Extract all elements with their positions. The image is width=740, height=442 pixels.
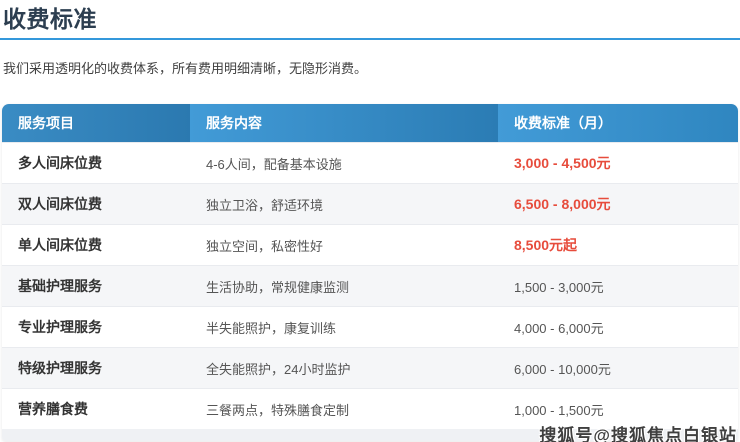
- price-cell: 1,000 - 1,500元: [498, 400, 738, 419]
- service-item-cell: 多人间床位费: [2, 153, 190, 173]
- table-row: 特级护理服务 全失能照护，24小时监护 6,000 - 10,000元: [2, 347, 738, 388]
- page: 收费标准 我们采用透明化的收费体系，所有费用明细清晰，无隐形消费。 服务项目 服…: [0, 5, 740, 442]
- service-content-cell: 4-6人间，配备基本设施: [190, 154, 498, 173]
- service-content-cell: 生活协助，常规健康监测: [190, 277, 498, 296]
- watermark: 搜狐号@搜狐焦点白银站: [539, 421, 737, 442]
- table-row: 专业护理服务 半失能照护，康复训练 4,000 - 6,000元: [2, 306, 738, 347]
- header-fee-standard: 收费标准（月）: [498, 104, 738, 142]
- header-service-content: 服务内容: [190, 104, 498, 142]
- price-cell: 6,000 - 10,000元: [498, 359, 738, 378]
- price-cell: 3,000 - 4,500元: [498, 153, 738, 173]
- title-divider: [0, 38, 740, 40]
- service-item-cell: 营养膳食费: [2, 399, 190, 419]
- service-item-cell: 特级护理服务: [2, 358, 190, 378]
- price-cell: 1,500 - 3,000元: [498, 277, 738, 296]
- price-cell: 8,500元起: [498, 235, 738, 255]
- service-item-cell: 双人间床位费: [2, 194, 190, 214]
- service-item-cell: 基础护理服务: [2, 276, 190, 296]
- header-service-item: 服务项目: [2, 104, 190, 142]
- service-content-cell: 独立卫浴，舒适环境: [190, 195, 498, 214]
- pricing-table: 服务项目 服务内容 收费标准（月） 多人间床位费 4-6人间，配备基本设施 3,…: [2, 104, 738, 441]
- service-content-cell: 全失能照护，24小时监护: [190, 359, 498, 378]
- service-content-cell: 半失能照护，康复训练: [190, 318, 498, 337]
- table-row: 多人间床位费 4-6人间，配备基本设施 3,000 - 4,500元: [2, 142, 738, 183]
- service-item-cell: 专业护理服务: [2, 317, 190, 337]
- page-title: 收费标准: [3, 5, 740, 34]
- table-row: 单人间床位费 独立空间，私密性好 8,500元起: [2, 224, 738, 265]
- service-content-cell: 独立空间，私密性好: [190, 236, 498, 255]
- intro-text: 我们采用透明化的收费体系，所有费用明细清晰，无隐形消费。: [3, 61, 740, 77]
- service-item-cell: 单人间床位费: [2, 235, 190, 255]
- service-content-cell: 三餐两点，特殊膳食定制: [190, 400, 498, 419]
- table-row: 基础护理服务 生活协助，常规健康监测 1,500 - 3,000元: [2, 265, 738, 306]
- price-cell: 4,000 - 6,000元: [498, 318, 738, 337]
- price-cell: 6,500 - 8,000元: [498, 194, 738, 214]
- table-row: 双人间床位费 独立卫浴，舒适环境 6,500 - 8,000元: [2, 183, 738, 224]
- table-header: 服务项目 服务内容 收费标准（月）: [2, 104, 738, 142]
